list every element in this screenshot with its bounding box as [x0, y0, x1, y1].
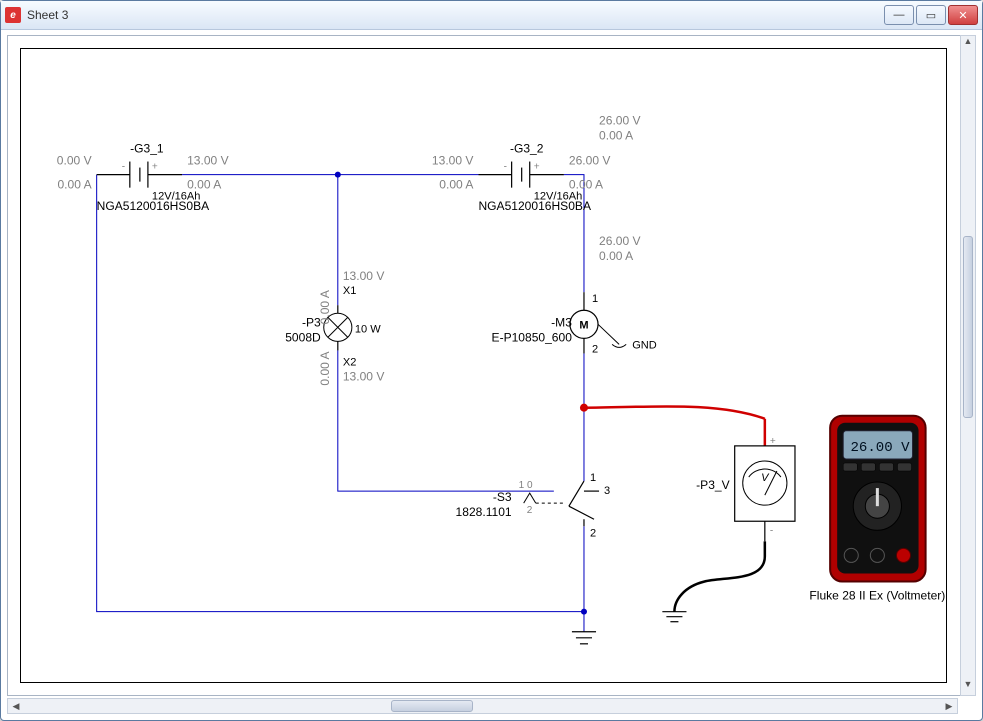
g3-1-vminus: 0.00 V	[57, 154, 92, 168]
p3v-minus: -	[770, 525, 773, 536]
g3-1-iminus: 0.00 A	[57, 178, 92, 192]
close-icon: ✕	[958, 9, 967, 22]
p3-ibot: 0.00 A	[318, 350, 332, 385]
close-button[interactable]: ✕	[948, 5, 978, 25]
m3-v: 26.00 V	[599, 234, 641, 248]
g3-1-name: -G3_1	[130, 141, 164, 155]
m3-pin1: 1	[592, 293, 598, 305]
g3-2-vminus: 13.00 V	[432, 154, 474, 168]
ground-symbol	[572, 632, 596, 644]
horizontal-scroll-thumb[interactable]	[391, 700, 473, 712]
m3-gnd: GND	[632, 339, 657, 351]
switch-s3: 1 3 2 1 0 2 -S3 1828.1101	[456, 472, 611, 539]
voltmeter-p3v: V -P3_V + -	[696, 436, 795, 541]
s3-pos-b: 2	[527, 505, 533, 516]
p3-vbot: 13.00 V	[343, 370, 385, 384]
scroll-down-icon[interactable]: ▼	[961, 679, 975, 695]
s3-pin3: 3	[604, 485, 610, 497]
p3-model: 5008D	[285, 330, 321, 344]
maximize-button[interactable]: ▭	[916, 5, 946, 25]
g3-2-tplus: +	[534, 162, 540, 173]
title-bar[interactable]: e Sheet 3 — ▭ ✕	[1, 1, 982, 30]
m3-symbol: M	[579, 319, 588, 331]
scroll-left-icon[interactable]: ◀	[8, 701, 24, 712]
g3-2-name: -G3_2	[510, 141, 544, 155]
probe-lead-positive	[584, 406, 765, 446]
bus26-i: 0.00 A	[599, 128, 634, 142]
s3-pin1: 1	[590, 472, 596, 484]
g3-2-iplus: 0.00 A	[569, 178, 604, 192]
minimize-icon: —	[894, 9, 905, 21]
p3v-name: -P3_V	[696, 478, 729, 492]
g3-1-tminus: -	[122, 162, 125, 173]
battery-g3-1: -G3_1 NGA5120016HS0BA 12V/16Ah - + 0.00 …	[57, 141, 229, 212]
bus26-v: 26.00 V	[599, 113, 641, 127]
g3-2-vplus: 26.00 V	[569, 154, 611, 168]
m3-pin2: 2	[592, 343, 598, 355]
g3-1-rating: 12V/16Ah	[152, 191, 201, 203]
m3-i: 0.00 A	[599, 249, 634, 263]
battery-g3-2: -G3_2 NGA5120016HS0BA 12V/16Ah - + 13.00…	[432, 141, 611, 212]
g3-2-tminus: -	[504, 162, 507, 173]
window-title: Sheet 3	[27, 8, 68, 22]
s3-name: -S3	[493, 490, 512, 504]
motor-m3: M 1 2 -M3 E-P10850_600 GND 26.00 V 0.00 …	[492, 234, 657, 356]
schematic-canvas[interactable]: -G3_1 NGA5120016HS0BA 12V/16Ah - + 0.00 …	[20, 48, 947, 683]
s3-pin2: 2	[590, 527, 596, 539]
multimeter-reading: 26.00 V	[851, 440, 911, 456]
wire-net	[97, 175, 584, 632]
lamp-p3: -P3 5008D 10 W X1 X2 13.00 V 13.00 V 0.0…	[285, 269, 384, 386]
vertical-scrollbar[interactable]: ▲ ▼	[960, 35, 976, 696]
node-probe-tap	[580, 404, 588, 412]
scroll-right-icon[interactable]: ▶	[941, 701, 957, 712]
s3-pos-a: 1 0	[519, 480, 533, 491]
node-bottom	[581, 609, 587, 615]
multimeter[interactable]: 26.00 V Fluke 28 II Ex (Voltmeter)	[809, 416, 945, 603]
minimize-button[interactable]: —	[884, 5, 914, 25]
g3-1-iplus: 0.00 A	[187, 178, 222, 192]
m3-name: -M3	[551, 315, 572, 329]
scroll-up-icon[interactable]: ▲	[961, 36, 975, 52]
s3-model: 1828.1101	[456, 505, 512, 519]
horizontal-scrollbar[interactable]: ◀ ▶	[7, 698, 958, 714]
p3-power: 10 W	[355, 323, 381, 335]
p3-vtop: 13.00 V	[343, 269, 385, 283]
window-frame: e Sheet 3 — ▭ ✕	[0, 0, 983, 721]
probe-lead-negative	[662, 541, 764, 621]
client-border: -G3_1 NGA5120016HS0BA 12V/16Ah - + 0.00 …	[7, 35, 976, 696]
p3-x1: X1	[343, 285, 357, 297]
vertical-scroll-thumb[interactable]	[963, 236, 973, 418]
p3v-plus: +	[770, 436, 776, 447]
p3-x2: X2	[343, 357, 357, 369]
multimeter-label: Fluke 28 II Ex (Voltmeter)	[809, 589, 945, 603]
p3v-symbol: V	[761, 472, 770, 484]
maximize-icon: ▭	[926, 9, 936, 22]
m3-model: E-P10850_600	[492, 330, 573, 344]
g3-1-vplus: 13.00 V	[187, 154, 229, 168]
schematic-svg: -G3_1 NGA5120016HS0BA 12V/16Ah - + 0.00 …	[21, 49, 946, 682]
p3-itop: 0.00 A	[318, 289, 332, 324]
g3-2-rating: 12V/16Ah	[534, 191, 583, 203]
g3-1-tplus: +	[152, 162, 158, 173]
g3-2-iminus: 0.00 A	[439, 178, 474, 192]
node-top-left	[335, 172, 341, 178]
app-icon: e	[5, 7, 21, 23]
